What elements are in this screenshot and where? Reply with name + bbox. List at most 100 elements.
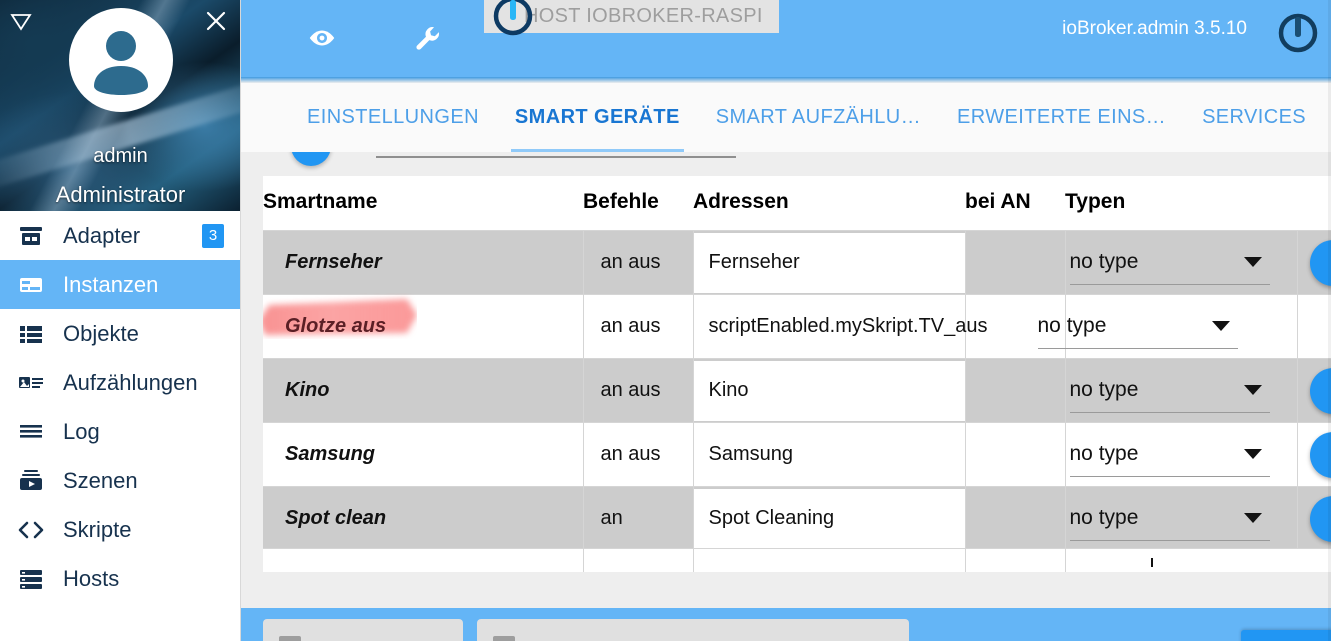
cell-bei-an[interactable] <box>965 422 1066 487</box>
store-icon <box>18 223 48 249</box>
cell-befehle[interactable]: an aus <box>583 358 694 423</box>
cell-smartname[interactable]: Fernseher <box>263 230 584 295</box>
table-row[interactable]: Glotze aus an aus scriptEnabled.mySkript… <box>263 294 1331 359</box>
profile-role: Administrator <box>55 182 186 207</box>
instances-icon <box>18 272 48 298</box>
triangle-down-icon[interactable] <box>8 8 34 34</box>
cell-adressen[interactable]: Kino <box>693 358 966 423</box>
sidebar-item-aufzaehlungen[interactable]: Aufzählungen <box>0 358 240 407</box>
type-select[interactable]: no type <box>1069 433 1270 477</box>
sidebar-item-instanzen[interactable]: Instanzen <box>0 260 240 309</box>
address-input[interactable]: scriptEnabled.mySkript.TV_aus <box>694 297 988 357</box>
bottom-field-right[interactable] <box>477 619 909 641</box>
table-row[interactable]: Samsung an aus Samsung no type <box>263 422 1331 487</box>
column-header-actions <box>1297 176 1331 231</box>
cell-typen[interactable]: no type <box>1065 486 1298 551</box>
tab-smart-geraete[interactable]: SMART GERÄTE <box>497 83 698 152</box>
column-header-adressen[interactable]: Adressen <box>693 176 965 231</box>
type-select[interactable]: no type <box>1069 369 1270 413</box>
filter-input-underline-peek[interactable] <box>376 156 736 158</box>
cell-befehle[interactable]: an aus <box>583 294 694 359</box>
cell-typen[interactable]: no type <box>1065 230 1298 295</box>
cell-adressen[interactable]: Samsung <box>693 422 966 487</box>
address-input[interactable]: Spot Cleaning <box>693 488 965 549</box>
table-header-row: Smartname Befehle Adressen bei AN Typen <box>263 176 1331 231</box>
tab-label: EINSTELLUNGEN <box>307 106 479 128</box>
chevron-down-icon <box>1211 320 1230 331</box>
cell-smartname[interactable]: Spot clean <box>263 486 584 551</box>
cell-actions[interactable] <box>1297 230 1331 295</box>
cell-adressen[interactable]: Fernseher <box>693 230 966 295</box>
sidebar-item-label: Szenen <box>63 467 138 493</box>
cell-smartname[interactable]: Kino <box>263 358 584 423</box>
column-header-smartname[interactable]: Smartname <box>263 176 583 231</box>
list-icon <box>18 321 48 347</box>
cell-smartname[interactable]: Glotze aus <box>263 294 584 359</box>
cell-bei-an[interactable] <box>965 486 1066 551</box>
cell-actions[interactable] <box>1297 486 1331 551</box>
bottom-action-button[interactable]: ••• <box>1241 630 1331 641</box>
power-circle-icon[interactable] <box>489 0 537 40</box>
cell-typen[interactable]: no type <box>1065 422 1298 487</box>
type-select[interactable]: no type <box>1069 241 1270 285</box>
avatar[interactable] <box>67 6 175 114</box>
power-icon[interactable] <box>1274 9 1322 57</box>
tab-label: SMART AUFZÄHLU… <box>715 106 922 128</box>
tab-smart-aufzaehlungen[interactable]: SMART AUFZÄHLU… <box>698 83 939 152</box>
table-row[interactable]: Spot clean an Spot Cleaning no type <box>263 486 1331 551</box>
cell-adressen[interactable]: scriptEnabled.mySkript.TV_aus <box>693 294 988 359</box>
cell-befehle[interactable]: an <box>583 486 694 551</box>
chevron-down-icon <box>1243 448 1262 459</box>
attachment-icon <box>493 636 515 641</box>
eye-icon[interactable] <box>296 12 348 64</box>
cell-adressen[interactable]: Spot Cleaning <box>693 486 966 551</box>
tab-einstellungen[interactable]: EINSTELLUNGEN <box>289 83 497 152</box>
cell-befehle[interactable]: an aus <box>583 422 694 487</box>
cell-bei-an[interactable] <box>965 358 1066 423</box>
chevron-down-icon <box>1243 256 1262 267</box>
address-input[interactable]: Fernseher <box>693 232 965 293</box>
cell-actions[interactable] <box>1297 294 1331 359</box>
server-icon <box>18 566 48 592</box>
sidebar-item-log[interactable]: Log <box>0 407 240 456</box>
sidebar-item-label: Adapter <box>63 222 141 248</box>
table-row-partial[interactable] <box>263 548 1331 572</box>
bottom-field-left[interactable] <box>263 619 463 641</box>
column-header-bei-an[interactable]: bei AN <box>965 176 1065 231</box>
bottom-bar: ••• <box>241 608 1331 641</box>
cell-bei-an[interactable] <box>965 230 1066 295</box>
cell-actions[interactable] <box>1297 422 1331 487</box>
sidebar-item-hosts[interactable]: Hosts <box>0 554 240 603</box>
tab-services[interactable]: SERVICES <box>1184 83 1324 152</box>
sidebar-item-szenen[interactable]: Szenen <box>0 456 240 505</box>
tab-label: ERWEITERTE EINS… <box>957 106 1167 128</box>
sidebar-item-adapter[interactable]: Adapter 3 <box>0 211 240 260</box>
table-row[interactable]: Fernseher an aus Fernseher no type <box>263 230 1331 295</box>
smart-devices-table-card: Smartname Befehle Adressen bei AN Typen … <box>263 176 1331 572</box>
column-header-typen[interactable]: Typen <box>1065 176 1297 231</box>
wrench-icon[interactable] <box>401 12 453 64</box>
table-row[interactable]: Kino an aus Kino no type <box>263 358 1331 423</box>
address-input[interactable]: Samsung <box>694 425 965 485</box>
attachment-icon <box>279 636 301 641</box>
cell-befehle[interactable]: an aus <box>583 230 694 295</box>
sidebar-item-skripte[interactable]: Skripte <box>0 505 240 554</box>
type-select[interactable]: no type <box>1069 497 1270 541</box>
tab-erweiterte-einstellungen[interactable]: ERWEITERTE EINS… <box>939 83 1184 152</box>
close-icon[interactable] <box>203 8 229 34</box>
address-input[interactable]: Kino <box>693 360 965 421</box>
type-select-value: no type <box>1069 506 1139 530</box>
main-content: HOST IOBROKER-RASPI ioBroker.admin 3.5.1… <box>241 0 1331 641</box>
sidebar-item-objekte[interactable]: Objekte <box>0 309 240 358</box>
column-header-befehle[interactable]: Befehle <box>583 176 693 231</box>
cell-typen[interactable]: no type <box>1065 358 1298 423</box>
version-label: ioBroker.admin 3.5.10 <box>1062 18 1247 39</box>
sidebar-item-label: Skripte <box>63 516 132 542</box>
text-cursor <box>1151 558 1153 567</box>
cell-actions[interactable] <box>1297 358 1331 423</box>
cell-typen[interactable]: no type <box>1037 294 1298 359</box>
app-root: admin Administrator Adapter 3 Instanzen … <box>0 0 1331 641</box>
sidebar-item-label: Instanzen <box>63 271 159 297</box>
cell-smartname[interactable]: Samsung <box>263 422 584 487</box>
type-select[interactable]: no type <box>1037 305 1238 349</box>
